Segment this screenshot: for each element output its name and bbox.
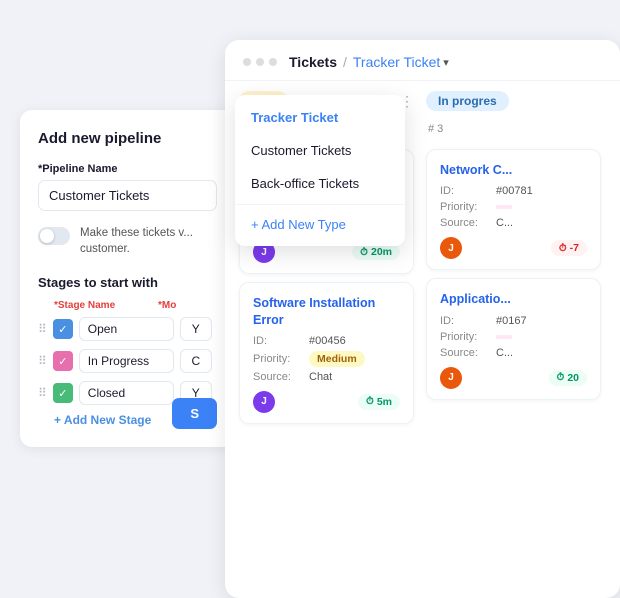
clock-icon-4: ⏱ [557,372,565,383]
avatar-0167: J [440,367,462,389]
ticket-priority-row-0167: Priority: [440,331,587,343]
ticket-card-00456[interactable]: Software Installation Error ID: #00456 P… [239,282,414,424]
add-pipeline-panel: Add new pipeline *Pipeline Name Make the… [20,110,235,447]
stages-header: *Stage Name *Mo [38,300,217,311]
toggle-label: Make these tickets v... customer. [80,225,217,257]
dropdown-item-tracker[interactable]: Tracker Ticket [235,101,405,134]
breadcrumb-main: Tickets [289,54,337,70]
make-tickets-toggle[interactable] [38,227,70,245]
priority-badge-0167 [496,335,512,339]
window-dots [243,58,277,66]
priority-badge-00456: Medium [309,351,365,367]
clock-icon: ⏱ [360,247,368,258]
dropdown-divider [235,204,405,205]
save-button[interactable]: S [172,398,217,429]
ticket-footer-00781: J ⏱ -7 [440,237,587,259]
stage-row-inprogress: ⠿ ✓ [38,349,217,373]
stage-name-col-label: *Stage Name [54,300,154,311]
stage-mode-col-label: *Mo [158,300,198,311]
ticket-card-0167[interactable]: Applicatio... ID: #0167 Priority: Source… [426,278,601,399]
dropdown-item-backoffice[interactable]: Back-office Tickets [235,167,405,200]
col-count-inprogress: # 3 [426,123,601,135]
ticket-priority-row-00781: Priority: [440,201,587,213]
ticket-id-row-0167: ID: #0167 [440,315,587,327]
dropdown-add-type-button[interactable]: + Add New Type [235,209,405,240]
priority-badge-00781 [496,205,512,209]
ticket-id-row-00456: ID: #00456 [253,335,400,347]
time-badge-0167: ⏱ 20 [549,370,588,386]
stage-mode-input-inprogress[interactable] [180,349,212,373]
ticket-title-00781: Network C... [440,162,587,178]
toggle-row: Make these tickets v... customer. [38,225,217,257]
stage-mode-input-open[interactable] [180,317,212,341]
ticket-priority-row-00456: Priority: Medium [253,351,400,367]
stage-icon-open: ✓ [53,319,73,339]
drag-handle-closed[interactable]: ⠿ [38,386,47,400]
ticket-title-00456: Software Installation Error [253,295,400,328]
clock-icon-2: ⏱ [366,396,374,407]
stage-row-open: ⠿ ✓ [38,317,217,341]
stage-icon-inprogress: ✓ [53,351,73,371]
stage-icon-closed: ✓ [53,383,73,403]
dropdown-item-customer[interactable]: Customer Tickets [235,134,405,167]
kanban-header: Tickets / Tracker Ticket ▾ [225,40,620,81]
ticket-footer-00456: J ⏱ 5m [253,391,400,413]
breadcrumb-separator: / [343,54,347,70]
dot-2 [256,58,264,66]
stage-name-input-inprogress[interactable] [79,349,174,373]
time-badge-00456: ⏱ 5m [358,394,400,410]
kanban-col-inprogress: In progres # 3 Network C... ID: #00781 P… [426,91,601,579]
ticket-card-00781[interactable]: Network C... ID: #00781 Priority: Source… [426,149,601,270]
time-badge-00781: ⏱ -7 [551,240,587,256]
ticket-source-row-0167: Source: C... [440,347,587,359]
ticket-source-row-00456: Source: Chat [253,371,400,383]
avatar-00456: J [253,391,275,413]
col-header-inprogress: In progres [426,91,601,111]
ticket-type-dropdown[interactable]: Tracker Ticket Customer Tickets Back-off… [235,95,405,246]
col-title-inprogress: In progres [426,91,509,111]
ticket-footer-0167: J ⏱ 20 [440,367,587,389]
stage-name-input-closed[interactable] [79,381,174,405]
chevron-down-icon: ▾ [443,56,449,69]
ticket-id-row-00781: ID: #00781 [440,185,587,197]
dot-3 [269,58,277,66]
time-badge-00123: ⏱ 20m [352,244,400,260]
pipeline-name-input[interactable] [38,180,217,211]
pipeline-name-label: *Pipeline Name [38,163,217,175]
ticket-source-row-00781: Source: C... [440,217,587,229]
stages-section-title: Stages to start with [38,275,217,290]
clock-icon-3: ⏱ [559,243,567,254]
ticket-title-0167: Applicatio... [440,291,587,307]
stage-name-input-open[interactable] [79,317,174,341]
drag-handle-open[interactable]: ⠿ [38,322,47,336]
dot-1 [243,58,251,66]
avatar-00781: J [440,237,462,259]
kanban-breadcrumb: Tickets / Tracker Ticket ▾ [289,54,449,70]
drag-handle-inprogress[interactable]: ⠿ [38,354,47,368]
breadcrumb-sub[interactable]: Tracker Ticket ▾ [353,54,449,70]
panel-title: Add new pipeline [38,130,217,147]
